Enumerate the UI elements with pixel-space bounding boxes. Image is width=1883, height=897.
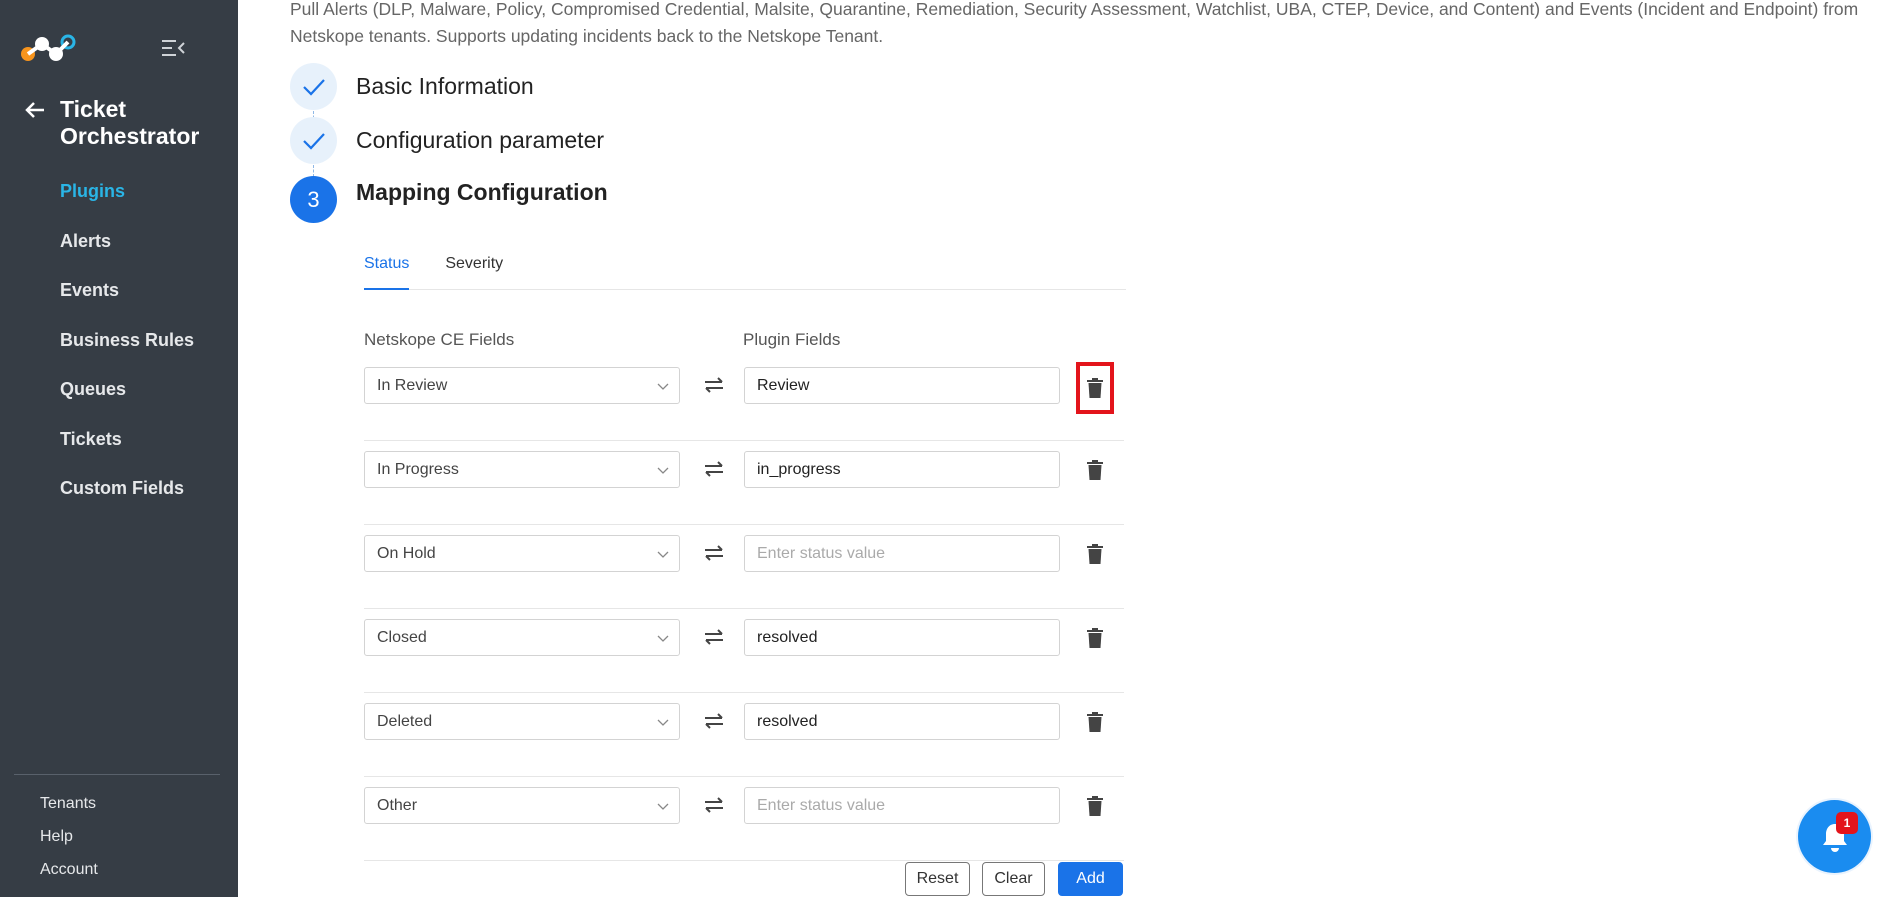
tab-severity[interactable]: Severity	[445, 240, 503, 290]
ce-fields-header: Netskope CE Fields	[364, 330, 515, 349]
mapping-row: On Hold	[364, 525, 1124, 609]
step-done-indicator	[290, 117, 337, 164]
ce-field-value: Closed	[377, 629, 427, 646]
step-label: Basic Information	[356, 73, 534, 99]
sidebar-item-events[interactable]: Events	[60, 277, 194, 327]
collapse-menu-icon[interactable]	[162, 38, 186, 58]
trash-icon	[1087, 459, 1103, 480]
chevron-down-icon	[657, 803, 669, 810]
ce-field-select[interactable]: On Hold	[364, 535, 680, 572]
sidebar-divider	[14, 774, 220, 775]
ce-field-select[interactable]: Closed	[364, 619, 680, 656]
delete-row-button[interactable]	[1083, 457, 1107, 482]
mapping-row: In Progress	[364, 441, 1124, 525]
plugin-field-input[interactable]	[744, 787, 1060, 824]
ce-field-select[interactable]: In Review	[364, 367, 680, 404]
swap-arrows-icon	[705, 713, 723, 729]
trash-icon	[1087, 378, 1103, 398]
swap-arrows-icon	[705, 377, 723, 393]
plugin-field-input[interactable]	[744, 619, 1060, 656]
module-header: Ticket Orchestrator	[24, 96, 230, 150]
step-mapping-configuration[interactable]: 3 Mapping Configuration	[290, 176, 608, 223]
sidebar: Ticket Orchestrator Plugins Alerts Event…	[0, 0, 238, 897]
trash-icon	[1087, 627, 1103, 648]
plugin-field-input[interactable]	[744, 703, 1060, 740]
checkmark-icon	[302, 78, 325, 96]
sidebar-item-account[interactable]: Account	[40, 860, 98, 893]
sidebar-item-help[interactable]: Help	[40, 827, 98, 860]
notifications-button[interactable]	[1798, 800, 1871, 873]
delete-row-button[interactable]	[1076, 362, 1114, 414]
ce-field-select[interactable]: In Progress	[364, 451, 680, 488]
plugin-fields-header: Plugin Fields	[743, 330, 841, 349]
ce-field-value: In Review	[377, 377, 448, 394]
trash-icon	[1087, 711, 1103, 732]
chevron-down-icon	[657, 467, 669, 474]
step-configuration-parameter[interactable]: Configuration parameter	[290, 117, 604, 164]
clear-button[interactable]: Clear	[982, 862, 1045, 896]
plugin-field-input[interactable]	[744, 535, 1060, 572]
step-done-indicator	[290, 63, 337, 110]
back-arrow-icon[interactable]	[24, 99, 46, 121]
mapping-row: Closed	[364, 609, 1124, 693]
ce-field-value: On Hold	[377, 545, 436, 562]
delete-row-button[interactable]	[1083, 625, 1107, 650]
ce-field-select[interactable]: Other	[364, 787, 680, 824]
delete-row-button[interactable]	[1083, 709, 1107, 734]
step-basic-information[interactable]: Basic Information	[290, 63, 534, 110]
sidebar-item-tenants[interactable]: Tenants	[40, 794, 98, 827]
main-content: Pull Alerts (DLP, Malware, Policy, Compr…	[238, 0, 1883, 897]
step-label: Configuration parameter	[356, 127, 605, 153]
ce-field-value: In Progress	[377, 461, 459, 478]
step-label: Mapping Configuration	[356, 179, 608, 205]
chevron-down-icon	[657, 719, 669, 726]
sidebar-item-queues[interactable]: Queues	[60, 376, 194, 426]
swap-arrows-icon	[705, 545, 723, 561]
delete-row-button[interactable]	[1083, 793, 1107, 818]
sidebar-item-alerts[interactable]: Alerts	[60, 228, 194, 278]
sidebar-item-custom-fields[interactable]: Custom Fields	[60, 475, 194, 525]
notification-count-badge: 1	[1836, 812, 1858, 834]
ce-field-value: Other	[377, 797, 418, 814]
trash-icon	[1087, 543, 1103, 564]
chevron-down-icon	[657, 551, 669, 558]
sidebar-item-plugins[interactable]: Plugins	[60, 178, 194, 228]
delete-row-button[interactable]	[1083, 541, 1107, 566]
plugin-field-input[interactable]	[744, 451, 1060, 488]
mapping-row: Other	[364, 777, 1124, 861]
plugin-description: Pull Alerts (DLP, Malware, Policy, Compr…	[290, 0, 1859, 46]
reset-button[interactable]: Reset	[905, 862, 970, 896]
swap-arrows-icon	[705, 461, 723, 477]
trash-icon	[1087, 795, 1103, 816]
ce-field-select[interactable]: Deleted	[364, 703, 680, 740]
ce-field-value: Deleted	[377, 713, 433, 730]
sidebar-nav: Plugins Alerts Events Business Rules Que…	[60, 178, 194, 525]
chevron-down-icon	[657, 383, 669, 390]
sidebar-item-business-rules[interactable]: Business Rules	[60, 327, 194, 377]
tab-status[interactable]: Status	[364, 240, 410, 290]
mapping-row: Deleted	[364, 693, 1124, 777]
module-title: Ticket Orchestrator	[60, 96, 200, 149]
checkmark-icon	[302, 132, 325, 150]
sidebar-item-tickets[interactable]: Tickets	[60, 426, 194, 476]
mapping-row: In Review	[364, 357, 1124, 441]
add-button[interactable]: Add	[1058, 862, 1123, 896]
swap-arrows-icon	[705, 629, 723, 645]
plugin-field-input[interactable]	[744, 367, 1060, 404]
step-number: 3	[290, 176, 337, 223]
netskope-logo[interactable]	[20, 34, 76, 64]
swap-arrows-icon	[705, 797, 723, 813]
mapping-tabs: Status Severity	[364, 240, 1126, 290]
chevron-down-icon	[657, 635, 669, 642]
sidebar-bottom-nav: Tenants Help Account	[40, 794, 98, 893]
